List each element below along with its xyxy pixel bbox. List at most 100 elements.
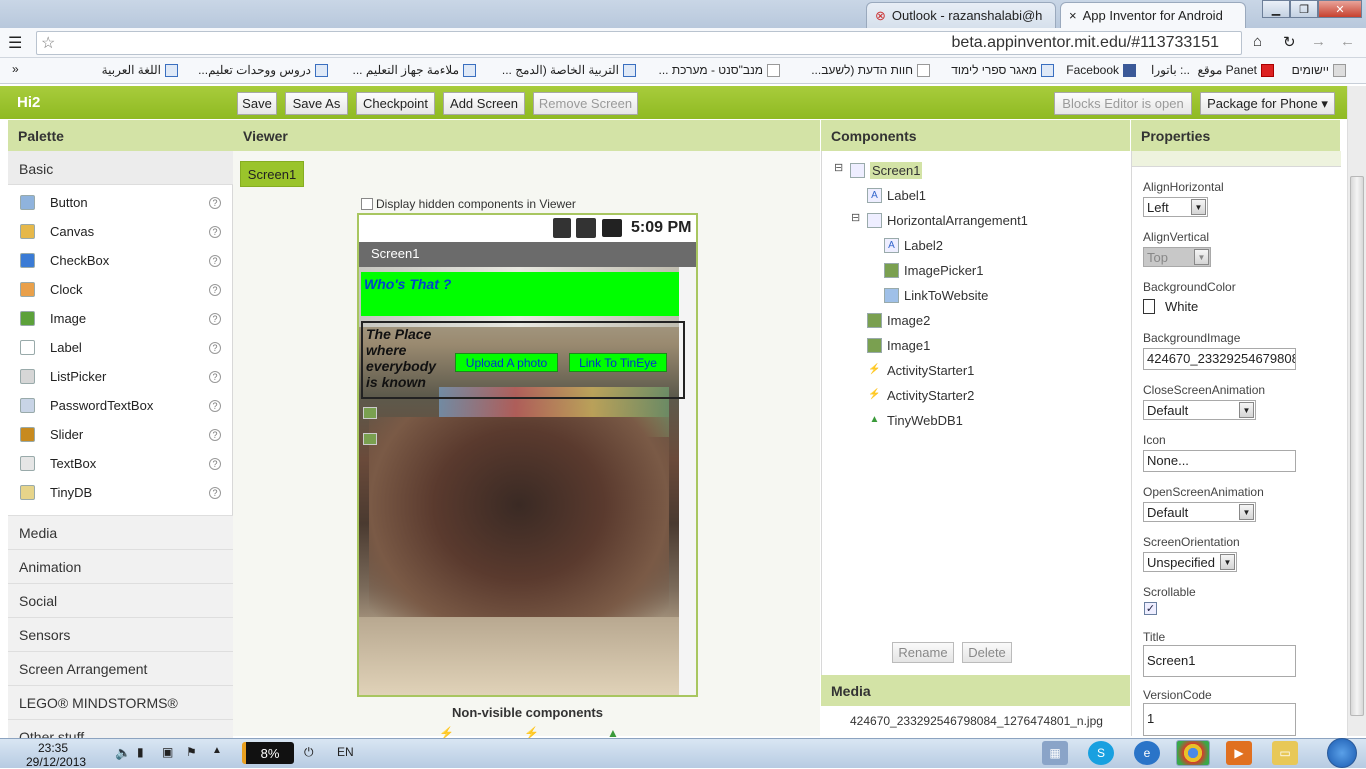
skype-icon[interactable]: S	[1088, 741, 1114, 765]
close-animation-select[interactable]: Default ▼	[1143, 400, 1256, 420]
bookmark-apps[interactable]: יישומים	[1292, 63, 1346, 77]
palette-item-checkbox[interactable]: CheckBox?	[8, 246, 233, 275]
delete-button[interactable]: Delete	[962, 642, 1012, 663]
rename-button[interactable]: Rename	[892, 642, 954, 663]
bookmark-manbas[interactable]: מנב"סנט - מערכת ...	[659, 63, 780, 77]
drawer-lego[interactable]: LEGO® MINDSTORMS®	[8, 685, 233, 719]
palette-section-basic[interactable]: Basic	[8, 151, 233, 185]
checkbox-icon[interactable]	[361, 198, 373, 210]
save-as-button[interactable]: Save As	[285, 92, 348, 115]
package-for-phone-button[interactable]: Package for Phone ▾	[1200, 92, 1335, 115]
help-icon[interactable]: ?	[209, 428, 221, 441]
maximize-icon[interactable]: ❐	[1290, 0, 1318, 18]
blocks-editor-button[interactable]: Blocks Editor is open	[1054, 92, 1192, 115]
collapse-toggle-icon[interactable]: ⊟	[834, 161, 843, 174]
palette-item-clock[interactable]: Clock?	[8, 275, 233, 304]
help-icon[interactable]: ?	[209, 254, 221, 267]
palette-item-canvas[interactable]: Canvas?	[8, 217, 233, 246]
calculator-icon[interactable]: ▦	[1042, 741, 1068, 765]
tab-outlook[interactable]: ⊗ Outlook - razanshalabi@h	[866, 2, 1056, 28]
upload-photo-button[interactable]: Upload A photo	[455, 353, 558, 372]
drawer-other[interactable]: Other stuff	[8, 719, 233, 738]
forward-icon[interactable]: →	[1311, 33, 1326, 50]
screen-selector-button[interactable]: Screen1	[240, 161, 304, 187]
component-image1[interactable]: Image1	[867, 335, 930, 355]
bookmark-batora[interactable]: ..: باتورا	[1151, 63, 1190, 77]
language-indicator[interactable]: EN	[337, 745, 354, 759]
drawer-sensors[interactable]: Sensors	[8, 617, 233, 651]
volume-icon[interactable]: 🔈	[115, 745, 131, 761]
bookmark-opinion[interactable]: חוות הדעת (לשעב...	[811, 63, 930, 77]
tray-expand-icon[interactable]: ▲	[212, 745, 222, 756]
tab-app-inventor[interactable]: × App Inventor for Android	[1060, 2, 1246, 28]
component-activitystarter1[interactable]: ⚡ ActivityStarter1	[867, 360, 974, 380]
palette-item-slider[interactable]: Slider?	[8, 420, 233, 449]
component-label1[interactable]: A Label1	[867, 185, 926, 205]
minimize-icon[interactable]: ▁	[1262, 0, 1290, 18]
bookmark-special-ed[interactable]: التربية الخاصة (الدمج ...	[502, 63, 636, 77]
palette-item-passwordtextbox[interactable]: PasswordTextBox?	[8, 391, 233, 420]
component-tinywebdb1[interactable]: ▲ TinyWebDB1	[867, 410, 963, 430]
help-icon[interactable]: ?	[209, 225, 221, 238]
star-icon[interactable]: ☆	[41, 33, 55, 53]
component-imagepicker1[interactable]: ImagePicker1	[884, 260, 983, 280]
menu-icon[interactable]: ☰	[8, 33, 22, 53]
palette-item-image[interactable]: Image?	[8, 304, 233, 333]
close-icon[interactable]: ×	[1069, 8, 1077, 23]
help-icon[interactable]: ?	[209, 341, 221, 354]
chrome-icon[interactable]	[1176, 740, 1210, 766]
component-linktowebsite[interactable]: LinkToWebsite	[884, 285, 988, 305]
start-button[interactable]	[1318, 738, 1366, 768]
back-icon[interactable]: ←	[1340, 33, 1355, 50]
palette-item-textbox[interactable]: TextBox?	[8, 449, 233, 478]
collapse-toggle-icon[interactable]: ⊟	[851, 211, 860, 224]
checkpoint-button[interactable]: Checkpoint	[356, 92, 435, 115]
icon-field[interactable]: None...	[1143, 450, 1296, 472]
palette-item-button[interactable]: Button?	[8, 188, 233, 217]
drawer-animation[interactable]: Animation	[8, 549, 233, 583]
media-file[interactable]: 424670_233292546798084_1276474801_n.jpg	[821, 706, 1130, 736]
network-icon[interactable]: ▮	[137, 745, 144, 759]
help-icon[interactable]: ?	[209, 399, 221, 412]
page-scrollbar[interactable]	[1347, 86, 1366, 736]
palette-item-label[interactable]: Label?	[8, 333, 233, 362]
component-activitystarter2[interactable]: ⚡ ActivityStarter2	[867, 385, 974, 405]
help-icon[interactable]: ?	[209, 312, 221, 325]
version-code-field[interactable]: 1	[1143, 703, 1296, 736]
drawer-media[interactable]: Media	[8, 515, 233, 549]
link-tineye-button[interactable]: Link To TinEye	[569, 353, 667, 372]
palette-item-tinydb[interactable]: TinyDB?	[8, 478, 233, 507]
save-button[interactable]: Save	[237, 92, 277, 115]
folder-icon[interactable]: ▭	[1272, 741, 1298, 765]
media-player-icon[interactable]: ▶	[1226, 741, 1252, 765]
add-screen-button[interactable]: Add Screen	[443, 92, 525, 115]
open-animation-select[interactable]: Default ▼	[1143, 502, 1256, 522]
component-image2[interactable]: Image2	[867, 310, 930, 330]
home-icon[interactable]: ⌂	[1253, 33, 1262, 50]
close-window-icon[interactable]: ✕	[1318, 0, 1362, 18]
component-screen1[interactable]: ⊟ Screen1	[834, 160, 923, 180]
remove-screen-button[interactable]: Remove Screen	[533, 92, 638, 115]
help-icon[interactable]: ?	[209, 457, 221, 470]
more-bookmarks-icon[interactable]: »	[12, 62, 19, 76]
component-horizontalarrangement1[interactable]: ⊟ HorizontalArrangement1	[851, 210, 1028, 230]
background-image-field[interactable]: 424670_23329254679808	[1143, 348, 1296, 370]
device-icon[interactable]: ▣	[162, 745, 173, 759]
help-icon[interactable]: ?	[209, 486, 221, 499]
bookmark-textbooks[interactable]: מאגר ספרי לימוד	[951, 63, 1054, 77]
close-icon[interactable]: ⊗	[875, 8, 886, 24]
power-icon[interactable]: ⏻	[304, 745, 314, 760]
scrollable-checkbox[interactable]: ✓	[1144, 602, 1157, 615]
flag-icon[interactable]: ⚑	[186, 745, 197, 759]
internet-explorer-icon[interactable]: e	[1134, 741, 1160, 765]
align-vertical-select[interactable]: Top ▼	[1143, 247, 1211, 267]
bookmark-facebook[interactable]: Facebook	[1066, 63, 1136, 77]
title-field[interactable]: Screen1	[1143, 645, 1296, 677]
component-label2[interactable]: A Label2	[884, 235, 943, 255]
bookmark-adaptation[interactable]: ملاءمة جهاز التعليم ...	[353, 63, 476, 77]
drawer-social[interactable]: Social	[8, 583, 233, 617]
bookmark-arabic[interactable]: اللغة العربية	[102, 63, 178, 77]
bookmark-panet[interactable]: Panet موقع	[1198, 63, 1274, 77]
help-icon[interactable]: ?	[209, 283, 221, 296]
help-icon[interactable]: ?	[209, 370, 221, 383]
